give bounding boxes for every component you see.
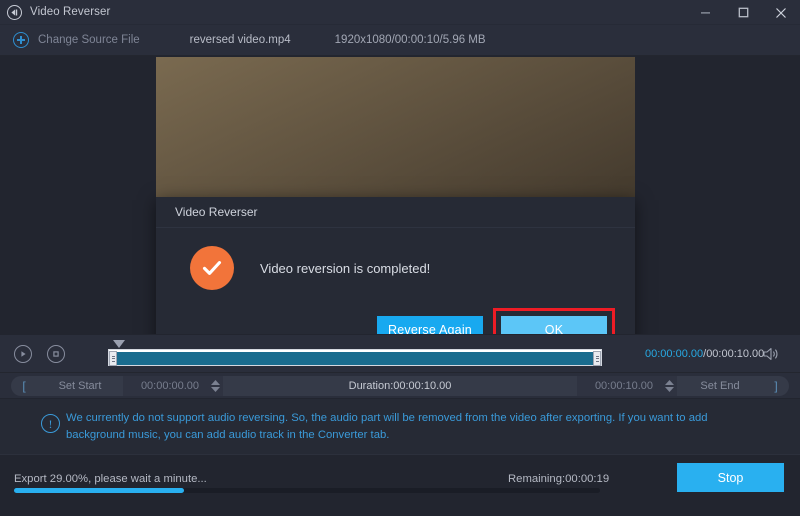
export-progress-bar	[14, 488, 600, 493]
trim-bar-inner: [ Set Start 00:00:00.00 Duration:00:00:1…	[11, 375, 789, 396]
current-time: 00:00:00.00	[645, 348, 704, 360]
completion-dialog: Video Reverser Video reversion is comple…	[156, 197, 635, 334]
reverse-again-button[interactable]: Reverse Again	[377, 316, 483, 334]
volume-icon[interactable]	[762, 335, 780, 373]
video-preview-area: Video Reverser Video reversion is comple…	[0, 56, 800, 334]
source-file-name: reversed video.mp4	[189, 34, 291, 46]
maximize-icon[interactable]	[724, 0, 762, 25]
toolbar: Change Source File reversed video.mp4 19…	[0, 25, 800, 56]
total-time: 00:00:10.00	[706, 348, 765, 360]
video-reverser-window: Video Reverser Change Source File revers…	[0, 0, 800, 516]
plus-circle-icon[interactable]	[13, 32, 29, 48]
window-title: Video Reverser	[30, 6, 111, 18]
export-footer: Export 29.00%, please wait a minute... R…	[0, 454, 800, 516]
trim-bar: [ Set Start 00:00:00.00 Duration:00:00:1…	[0, 372, 800, 398]
end-time-value[interactable]: 00:00:10.00	[585, 380, 663, 392]
title-bar: Video Reverser	[0, 0, 800, 25]
audio-notice: ! We currently do not support audio reve…	[0, 398, 800, 454]
set-end-button[interactable]: Set End	[677, 380, 763, 392]
stop-export-button[interactable]: Stop	[677, 463, 784, 492]
ok-button[interactable]: OK	[501, 316, 607, 334]
play-icon[interactable]	[14, 344, 32, 363]
ok-button-highlight: OK	[493, 308, 615, 334]
dialog-body: Video reversion is completed!	[156, 228, 635, 308]
start-bracket-icon: [	[22, 378, 26, 393]
end-bracket-icon: ]	[774, 378, 778, 393]
change-source-file-button[interactable]: Change Source File	[38, 34, 140, 46]
trim-end-group: 00:00:10.00 Set End ]	[577, 375, 789, 396]
trim-slider[interactable]	[108, 340, 602, 367]
export-progress-fill	[14, 488, 184, 493]
start-time-stepper[interactable]: 00:00:00.00	[123, 375, 223, 396]
minimize-icon[interactable]	[686, 0, 724, 25]
playback-controls: 00:00:00.00 / 00:00:10.00	[0, 334, 800, 372]
export-status-text: Export 29.00%, please wait a minute...	[14, 473, 207, 485]
remaining-time-text: Remaining:00:00:19	[508, 473, 610, 485]
playhead-marker-icon[interactable]	[113, 340, 125, 348]
dialog-title: Video Reverser	[156, 197, 635, 228]
info-circle-icon: !	[41, 414, 60, 433]
end-time-stepper[interactable]: 00:00:10.00	[577, 375, 677, 396]
spinner-arrows-icon[interactable]	[211, 379, 220, 392]
dialog-message: Video reversion is completed!	[260, 260, 431, 276]
dialog-actions: Reverse Again OK	[156, 308, 635, 334]
source-file-meta: 1920x1080/00:00:10/5.96 MB	[334, 34, 486, 46]
rewind-circle-icon	[7, 4, 22, 20]
trim-handle-left[interactable]	[109, 351, 117, 366]
trim-handle-right[interactable]	[593, 351, 601, 366]
time-display: 00:00:00.00 / 00:00:10.00	[645, 335, 764, 373]
stop-icon[interactable]	[47, 344, 65, 363]
slider-track[interactable]	[108, 349, 602, 366]
spinner-arrows-icon[interactable]	[665, 379, 674, 392]
check-circle-icon	[190, 246, 234, 290]
notice-text: We currently do not support audio revers…	[66, 412, 708, 441]
slider-selection	[116, 352, 594, 365]
set-start-button[interactable]: Set Start	[37, 380, 123, 392]
window-controls	[686, 0, 800, 25]
start-time-value[interactable]: 00:00:00.00	[131, 380, 209, 392]
close-icon[interactable]	[762, 0, 800, 25]
